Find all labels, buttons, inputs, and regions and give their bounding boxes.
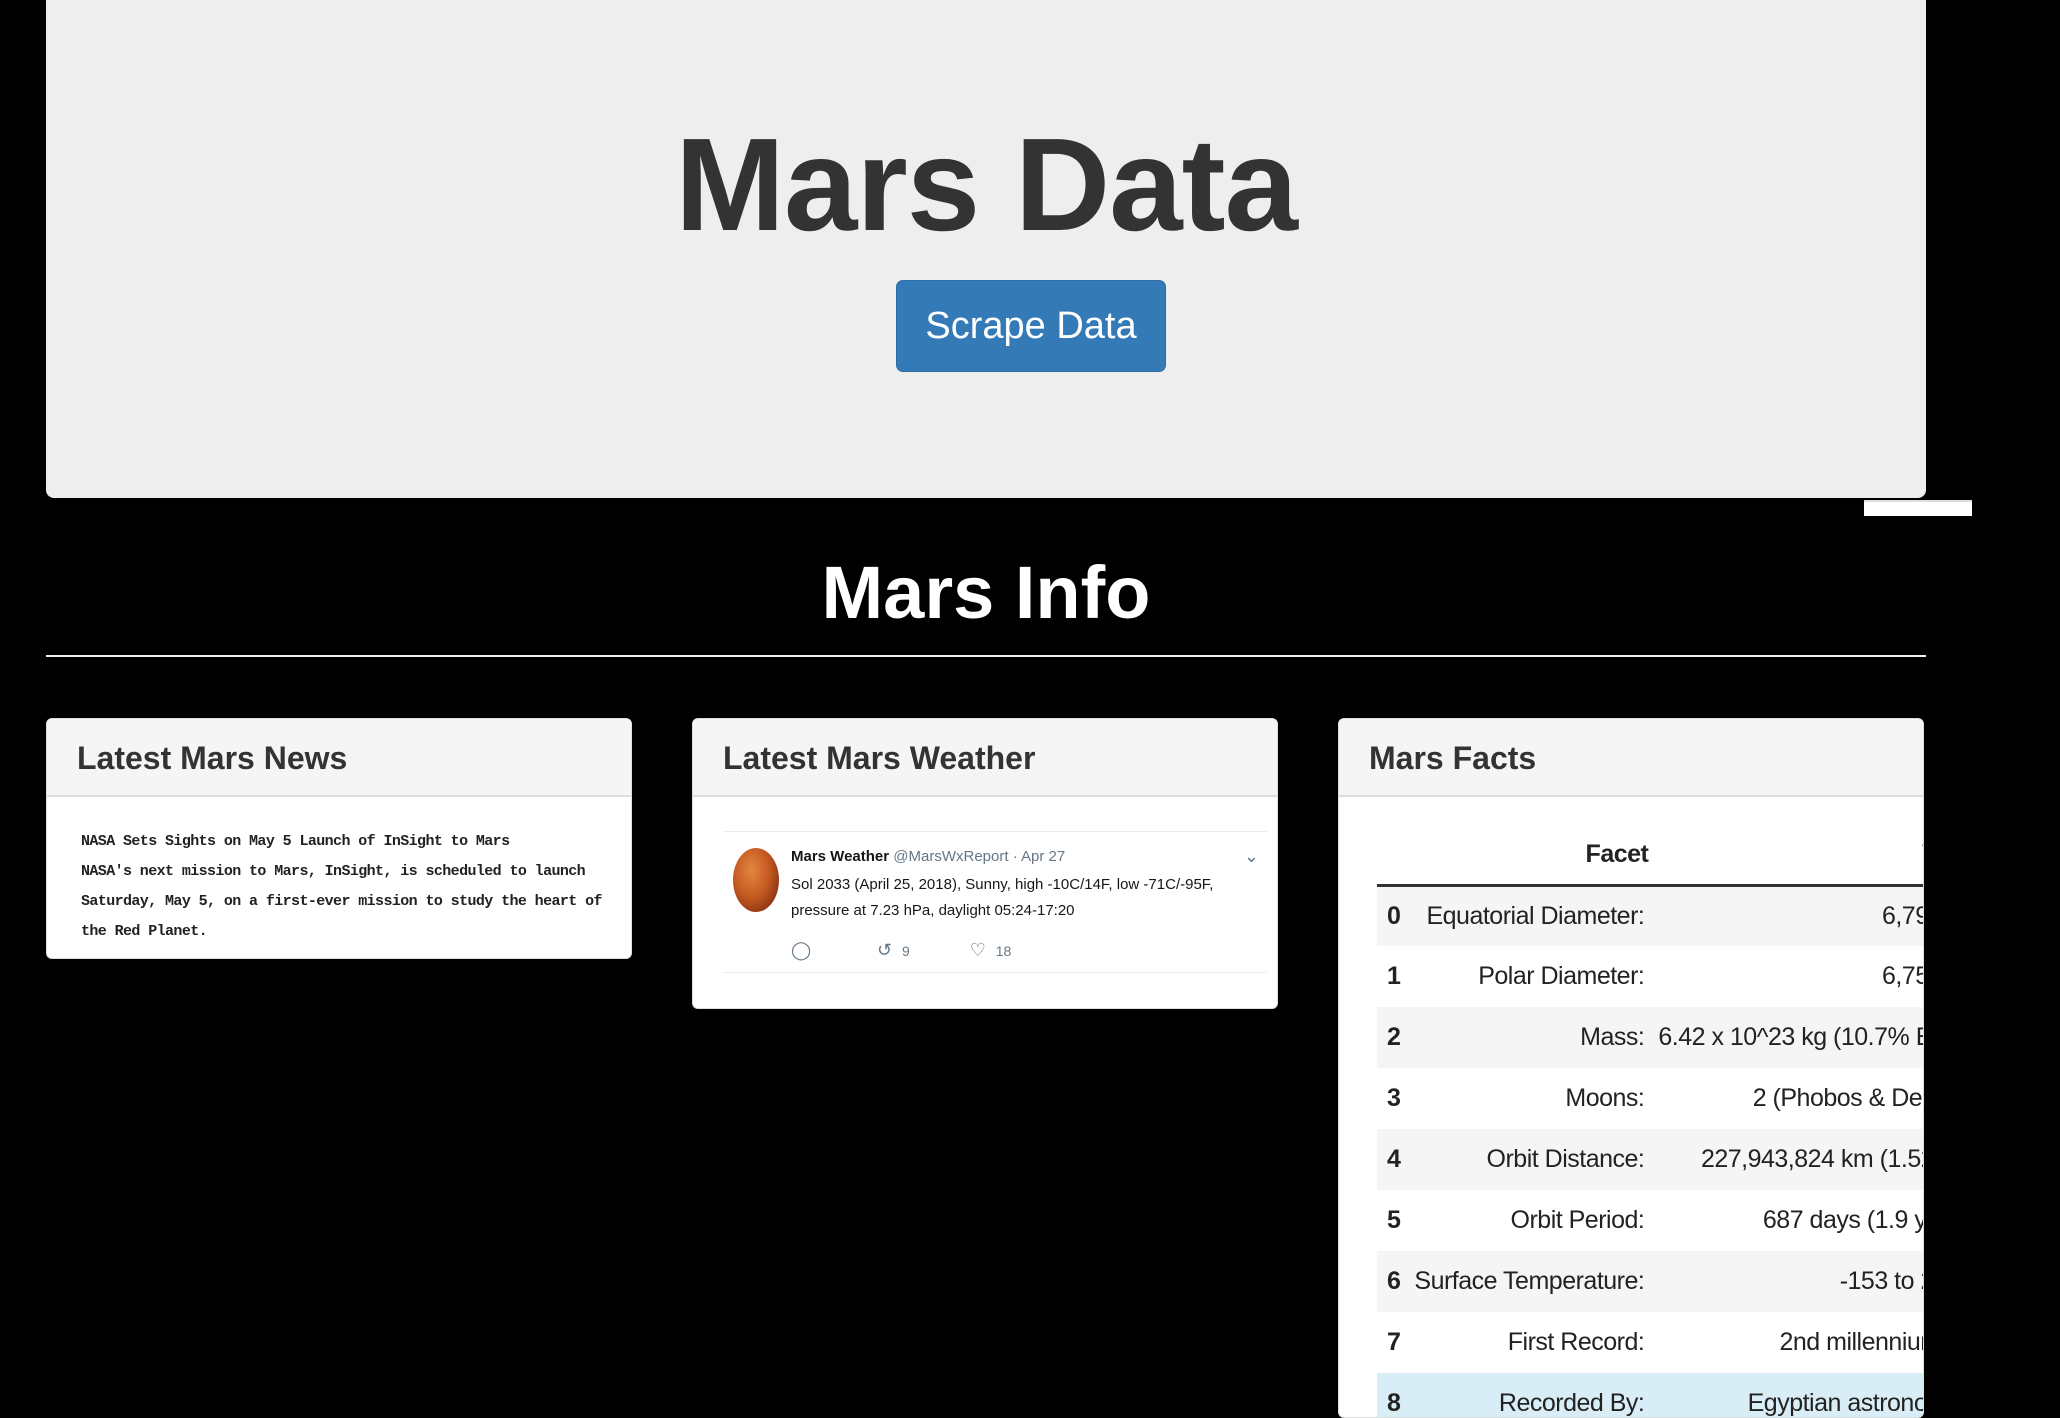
facts-table-wrapper: Facet Value 0 Equatorial Diameter: 6,792… [1377, 825, 1923, 1417]
table-row: 4 Orbit Distance: 227,943,824 km (1.52 A… [1377, 1129, 1923, 1190]
row-value: 2 (Phobos & Deimos) [1652, 1068, 1923, 1129]
tweet-separator: · [1012, 848, 1018, 865]
section-divider [46, 655, 1926, 657]
tooltip-fragment [1864, 500, 1972, 516]
tweet-date[interactable]: Apr 27 [1021, 848, 1065, 865]
row-value: 687 days (1.9 years) [1652, 1190, 1923, 1251]
row-facet: First Record: [1408, 1312, 1653, 1373]
row-index: 4 [1377, 1129, 1409, 1190]
tweet-actions: ◯ ↺ 9 ♡ 18 [791, 940, 1067, 961]
jumbotron: Mars Data Scrape Data [46, 0, 1926, 498]
page-title: Mars Data [675, 111, 1298, 258]
section-title: Mars Info [821, 551, 1151, 634]
table-header-row: Facet Value [1377, 825, 1923, 887]
like-button[interactable]: ♡ 18 [970, 940, 1012, 961]
row-index: 5 [1377, 1190, 1409, 1251]
facts-panel-heading: Mars Facts [1339, 719, 1923, 797]
row-facet: Equatorial Diameter: [1408, 885, 1653, 946]
chevron-down-icon[interactable]: ⌄ [1244, 846, 1259, 867]
tweet-author-name[interactable]: Mars Weather [791, 848, 889, 865]
like-count: 18 [995, 943, 1012, 959]
retweet-count: 9 [902, 943, 910, 959]
weather-panel-title: Latest Mars Weather [723, 740, 1036, 776]
row-value: 6,792 km [1652, 885, 1923, 946]
row-index: 0 [1377, 885, 1409, 946]
weather-panel-heading: Latest Mars Weather [693, 719, 1277, 797]
row-index: 3 [1377, 1068, 1409, 1129]
table-row: 2 Mass: 6.42 x 10^23 kg (10.7% Earth) [1377, 1007, 1923, 1068]
news-paragraph: NASA's next mission to Mars, InSight, is… [81, 863, 603, 940]
row-facet: Surface Temperature: [1408, 1251, 1653, 1312]
table-header-facet: Facet [1408, 825, 1653, 887]
row-index: 2 [1377, 1007, 1409, 1068]
row-value: 227,943,824 km (1.52 AU) [1652, 1129, 1923, 1190]
row-value: Egyptian astronomers [1652, 1373, 1923, 1417]
row-index: 6 [1377, 1251, 1409, 1312]
row-value: 6,752 km [1652, 946, 1923, 1007]
row-facet: Moons: [1408, 1068, 1653, 1129]
reply-button[interactable]: ◯ [791, 940, 817, 961]
news-panel-heading: Latest Mars News [47, 719, 631, 797]
heart-icon: ♡ [969, 940, 986, 960]
tweet-header: Mars Weather @MarsWxReport · Apr 27 [791, 848, 1065, 865]
row-facet: Mass: [1408, 1007, 1653, 1068]
row-facet: Recorded By: [1408, 1373, 1653, 1417]
table-row: 7 First Record: 2nd millennium BC [1377, 1312, 1923, 1373]
row-value: -153 to 20 °C [1652, 1251, 1923, 1312]
row-facet: Orbit Period: [1408, 1190, 1653, 1251]
table-row: 5 Orbit Period: 687 days (1.9 years) [1377, 1190, 1923, 1251]
facts-panel: Mars Facts Facet Value 0 Equatorial Diam… [1338, 718, 1924, 1418]
table-row: 6 Surface Temperature: -153 to 20 °C [1377, 1251, 1923, 1312]
weather-panel: Latest Mars Weather Mars Weather @MarsWx… [692, 718, 1278, 1009]
tweet-text: Sol 2033 (April 25, 2018), Sunny, high -… [791, 876, 1214, 919]
table-row: 3 Moons: 2 (Phobos & Deimos) [1377, 1068, 1923, 1129]
facts-panel-title: Mars Facts [1369, 740, 1537, 776]
row-index: 8 [1377, 1373, 1409, 1417]
news-panel: Latest Mars News NASA Sets Sights on May… [46, 718, 632, 959]
row-facet: Polar Diameter: [1408, 946, 1653, 1007]
reply-icon: ◯ [791, 940, 812, 960]
retweet-button[interactable]: ↺ 9 [877, 940, 910, 961]
tweet-card[interactable]: Mars Weather @MarsWxReport · Apr 27 ⌄ So… [723, 831, 1267, 973]
avatar[interactable] [733, 848, 779, 912]
news-title: NASA Sets Sights on May 5 Launch of InSi… [81, 833, 510, 850]
retweet-icon: ↺ [877, 940, 893, 960]
table-row: 1 Polar Diameter: 6,752 km [1377, 946, 1923, 1007]
row-value: 6.42 x 10^23 kg (10.7% Earth) [1652, 1007, 1923, 1068]
news-body: NASA Sets Sights on May 5 Launch of InSi… [47, 797, 631, 947]
news-panel-title: Latest Mars News [77, 740, 348, 776]
tweet-author-handle[interactable]: @MarsWxReport [893, 848, 1008, 865]
row-index: 7 [1377, 1312, 1409, 1373]
table-row: 0 Equatorial Diameter: 6,792 km [1377, 885, 1923, 946]
table-header-index [1377, 825, 1409, 887]
facts-table: Facet Value 0 Equatorial Diameter: 6,792… [1377, 825, 1923, 1417]
table-header-value: Value [1652, 825, 1923, 887]
table-row: 8 Recorded By: Egyptian astronomers [1377, 1373, 1923, 1417]
row-value: 2nd millennium BC [1652, 1312, 1923, 1373]
row-facet: Orbit Distance: [1408, 1129, 1653, 1190]
scrape-data-button[interactable]: Scrape Data [896, 280, 1166, 372]
row-index: 1 [1377, 946, 1409, 1007]
